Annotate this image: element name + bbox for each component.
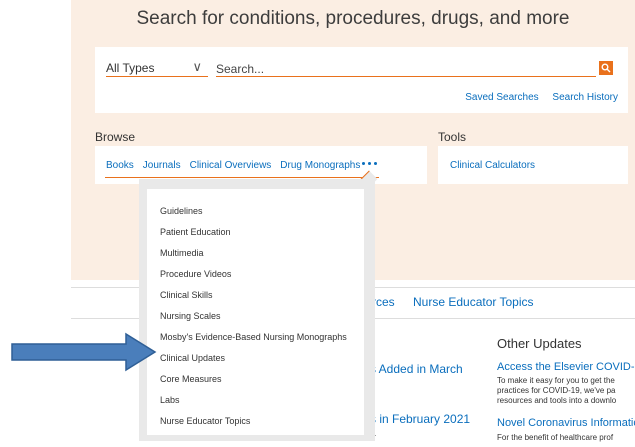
chevron-down-icon: ∨ bbox=[192, 59, 202, 74]
update-coronavirus-line: For the benefit of healthcare prof bbox=[497, 433, 614, 442]
browse-more-dropdown: Guidelines Patient Education Multimedia … bbox=[139, 179, 375, 441]
update-covid-title[interactable]: Access the Elsevier COVID-1 bbox=[497, 361, 635, 373]
dropdown-menu: Guidelines Patient Education Multimedia … bbox=[147, 189, 364, 435]
clinical-calculators-link[interactable]: Clinical Calculators bbox=[450, 160, 535, 171]
browse-books-link[interactable]: Books bbox=[106, 160, 134, 171]
search-input[interactable] bbox=[216, 61, 596, 77]
menu-item-nurse-educator-topics[interactable]: Nurse Educator Topics bbox=[160, 416, 250, 426]
search-history-link[interactable]: Search History bbox=[552, 92, 618, 103]
menu-item-nursing-scales[interactable]: Nursing Scales bbox=[160, 311, 221, 321]
menu-item-clinical-skills[interactable]: Clinical Skills bbox=[160, 290, 213, 300]
browse-journals-link[interactable]: Journals bbox=[143, 160, 181, 171]
search-icon bbox=[601, 63, 611, 73]
menu-item-mosbys-monographs[interactable]: Mosby's Evidence-Based Nursing Monograph… bbox=[160, 332, 347, 342]
tools-card: Clinical Calculators bbox=[438, 146, 628, 184]
menu-item-clinical-updates[interactable]: Clinical Updates bbox=[160, 353, 225, 363]
type-select[interactable]: All Types ∨ bbox=[106, 59, 208, 77]
annotation-arrow-icon bbox=[11, 332, 157, 372]
more-options-button[interactable] bbox=[360, 157, 378, 169]
other-updates-title: Other Updates bbox=[497, 336, 582, 351]
menu-item-patient-education[interactable]: Patient Education bbox=[160, 227, 231, 237]
menu-item-procedure-videos[interactable]: Procedure Videos bbox=[160, 269, 231, 279]
tab-resources[interactable]: rces bbox=[372, 295, 395, 309]
menu-item-guidelines[interactable]: Guidelines bbox=[160, 206, 203, 216]
news-item-february[interactable]: s in February 2021 bbox=[370, 412, 470, 426]
update-covid-line: practices for COVID-19, we've pa bbox=[497, 386, 616, 395]
hero-title: Search for conditions, procedures, drugs… bbox=[136, 8, 570, 29]
browse-underline bbox=[105, 177, 379, 178]
browse-drug-monographs-link[interactable]: Drug Monographs bbox=[280, 160, 360, 171]
browse-label: Browse bbox=[95, 130, 136, 144]
search-card: All Types ∨ Saved Searches Search Histor… bbox=[95, 47, 628, 113]
news-item-march[interactable]: s Added in March bbox=[370, 362, 463, 376]
update-covid-line: To make it easy for you to get the bbox=[497, 376, 615, 385]
tools-label: Tools bbox=[438, 130, 467, 144]
update-covid-line: resources and tools into a downlo bbox=[497, 396, 617, 405]
saved-searches-link[interactable]: Saved Searches bbox=[465, 92, 538, 103]
tab-nurse-educator-topics[interactable]: Nurse Educator Topics bbox=[413, 295, 534, 309]
update-coronavirus-title[interactable]: Novel Coronavirus Informatic bbox=[497, 417, 635, 429]
menu-item-core-measures[interactable]: Core Measures bbox=[160, 374, 222, 384]
more-dots-icon bbox=[362, 162, 365, 165]
type-select-value: All Types bbox=[106, 61, 155, 75]
browse-clinical-overviews-link[interactable]: Clinical Overviews bbox=[190, 160, 272, 171]
search-button[interactable] bbox=[599, 61, 613, 75]
menu-item-multimedia[interactable]: Multimedia bbox=[160, 248, 204, 258]
menu-item-labs[interactable]: Labs bbox=[160, 395, 180, 405]
